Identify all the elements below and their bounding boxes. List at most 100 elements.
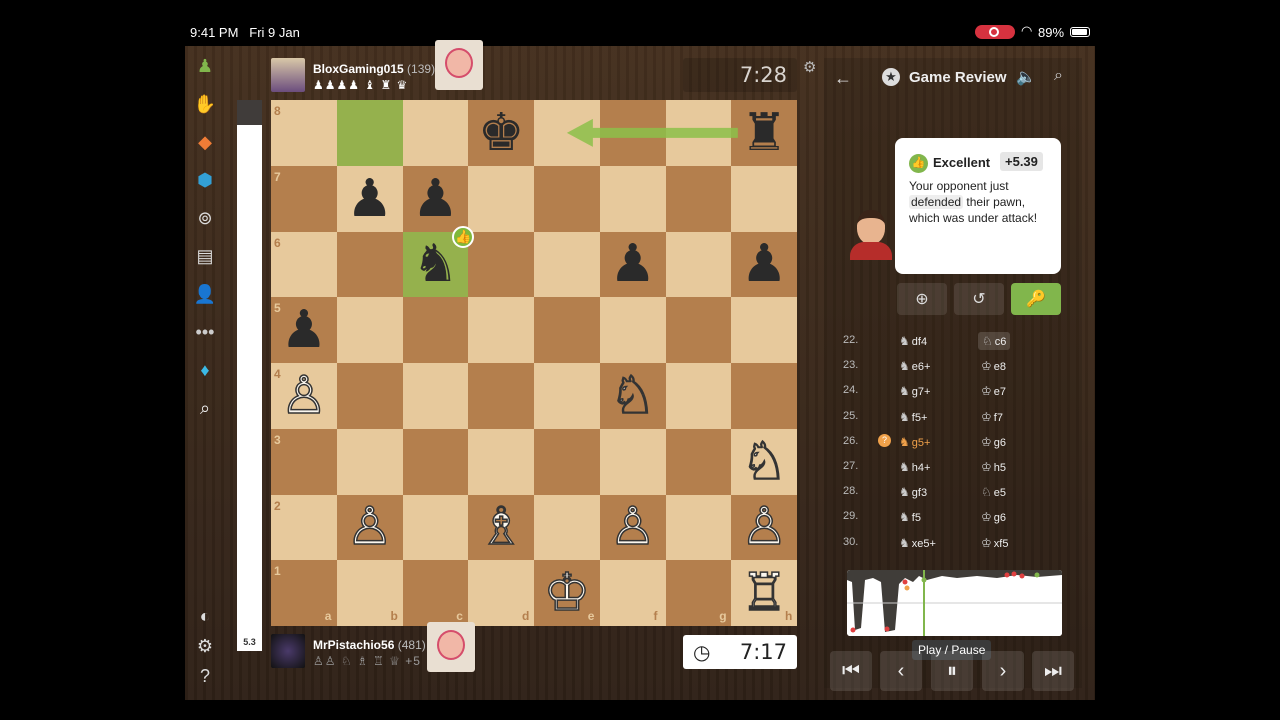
piece-c7[interactable]: ♟	[403, 166, 469, 232]
help-icon[interactable]: ?	[193, 664, 217, 688]
square-e5[interactable]	[534, 297, 600, 363]
piece-h8[interactable]: ♜	[731, 100, 797, 166]
black-move[interactable]: ♔ e7	[981, 384, 1006, 398]
search-icon[interactable]: ⌕	[193, 396, 217, 420]
news-icon[interactable]: ▤	[193, 244, 217, 268]
square-e3[interactable]	[534, 428, 600, 495]
square-e2[interactable]	[534, 494, 600, 561]
next-move-button[interactable]: ›	[982, 651, 1024, 691]
chess-board[interactable]: 8 7 6 5 4 3 2 1 a b c d e f g h ♚ ♜ ♟ ♟ ♞ ♟ ♟ ♟ ♙ ♘ ♘ ♙ ♗ ♙ ♙ ♔ ♖ 👍	[271, 100, 797, 626]
board-settings-icon[interactable]: ⚙	[803, 58, 816, 76]
learn-icon[interactable]: ⬢	[193, 168, 217, 192]
top-player-avatar[interactable]	[271, 58, 305, 92]
square-g7[interactable]	[665, 165, 732, 232]
black-move[interactable]: ♔ f7	[981, 410, 1003, 424]
speaker-icon[interactable]: 🔈	[1016, 67, 1036, 87]
piece-h2[interactable]: ♙	[731, 495, 797, 561]
black-move[interactable]: ♔ g6	[981, 435, 1006, 449]
square-h4[interactable]	[731, 363, 797, 429]
black-move[interactable]: ♔ xf5	[981, 536, 1008, 550]
square-f3[interactable]	[599, 428, 666, 495]
square-f7[interactable]	[599, 165, 666, 232]
square-b8[interactable]	[336, 100, 403, 166]
more-icon[interactable]: •••	[193, 320, 217, 344]
screen-record-icon[interactable]	[975, 25, 1015, 39]
piece-b7[interactable]: ♟	[337, 166, 403, 232]
white-move[interactable]: ♞ df4	[899, 334, 927, 348]
square-g6[interactable]	[665, 231, 732, 298]
square-d6[interactable]	[468, 231, 534, 298]
diamond-icon[interactable]: ♦	[193, 358, 217, 382]
last-move-button[interactable]: ⏭	[1032, 651, 1074, 691]
previous-move-button[interactable]: ‹	[880, 651, 922, 691]
black-move[interactable]: ♘ c6	[978, 332, 1011, 350]
black-move[interactable]: ♔ g6	[981, 510, 1006, 524]
binoculars-icon[interactable]: ⊚	[193, 206, 217, 230]
square-c5[interactable]	[402, 297, 469, 363]
white-move[interactable]: ♞ g5+	[899, 435, 930, 449]
white-move[interactable]: ♞ xe5+	[899, 536, 936, 550]
piece-a4[interactable]: ♙	[271, 363, 337, 429]
piece-e1[interactable]: ♔	[534, 560, 600, 626]
square-c3[interactable]	[402, 428, 469, 495]
square-g3[interactable]	[665, 428, 732, 495]
black-move[interactable]: ♔ e8	[981, 359, 1006, 373]
black-move[interactable]: ♔ h5	[981, 460, 1006, 474]
piece-f6[interactable]: ♟	[600, 232, 666, 298]
settings-icon[interactable]: ⚙	[193, 634, 217, 658]
white-move[interactable]: ♞ f5+	[899, 410, 927, 424]
eval-graph[interactable]	[847, 570, 1062, 636]
square-e8[interactable]	[534, 100, 600, 166]
square-g2[interactable]	[665, 494, 732, 561]
chess-logo-icon[interactable]: ♟	[193, 54, 217, 78]
white-move[interactable]: ♞ e6+	[899, 359, 930, 373]
first-move-button[interactable]: ⏮	[830, 651, 872, 691]
piece-f4[interactable]: ♘	[600, 363, 666, 429]
black-move[interactable]: ♘ e5	[981, 485, 1006, 499]
social-icon[interactable]: 👤	[193, 282, 217, 306]
retry-button[interactable]: ↺	[954, 283, 1004, 315]
piece-d2[interactable]: ♗	[468, 495, 534, 561]
square-f8[interactable]	[599, 100, 666, 166]
piece-f2[interactable]: ♙	[600, 495, 666, 561]
white-move[interactable]: ♞ gf3	[899, 485, 927, 499]
square-h5[interactable]	[731, 297, 797, 363]
analysis-search-icon[interactable]: ⌕	[1054, 67, 1063, 85]
back-arrow-icon[interactable]: ←	[834, 68, 852, 89]
play-hand-icon[interactable]: ✋	[193, 92, 217, 116]
square-d5[interactable]	[468, 297, 534, 363]
square-f5[interactable]	[599, 297, 666, 363]
piece-b2[interactable]: ♙	[337, 495, 403, 561]
square-b4[interactable]	[336, 363, 403, 429]
square-g4[interactable]	[665, 363, 732, 429]
bottom-player-name[interactable]: MrPistachio56 (481)	[313, 638, 426, 652]
square-e4[interactable]	[534, 363, 600, 429]
piece-a5[interactable]: ♟	[271, 297, 337, 363]
square-e6[interactable]	[534, 231, 600, 298]
key-button[interactable]: 🔑	[1011, 283, 1061, 315]
square-g5[interactable]	[665, 297, 732, 363]
square-b5[interactable]	[336, 297, 403, 363]
square-e7[interactable]	[534, 165, 600, 232]
square-d4[interactable]	[468, 363, 534, 429]
square-h7[interactable]	[731, 165, 797, 232]
square-c2[interactable]	[402, 494, 469, 561]
zoom-in-button[interactable]: ⊕	[897, 283, 947, 315]
square-d7[interactable]	[468, 165, 534, 232]
white-move[interactable]: ♞ g7+	[899, 384, 930, 398]
square-c4[interactable]	[402, 363, 469, 429]
piece-h6[interactable]: ♟	[731, 232, 797, 298]
square-c8[interactable]	[402, 100, 469, 166]
square-b3[interactable]	[336, 428, 403, 495]
top-player-name[interactable]: BloxGaming015 (139)	[313, 62, 435, 76]
square-d3[interactable]	[468, 428, 534, 495]
square-g8[interactable]	[665, 100, 732, 166]
puzzle-icon[interactable]: ◆	[193, 130, 217, 154]
play-pause-button[interactable]: ⏸	[931, 651, 973, 691]
highlight-word[interactable]: defended	[909, 195, 964, 209]
white-move[interactable]: ♞ h4+	[899, 460, 930, 474]
piece-h1[interactable]: ♖	[731, 560, 797, 626]
piece-h3[interactable]: ♘	[731, 429, 797, 495]
white-move[interactable]: ♞ f5	[899, 510, 921, 524]
theme-toggle-icon[interactable]: ◐	[193, 604, 217, 628]
